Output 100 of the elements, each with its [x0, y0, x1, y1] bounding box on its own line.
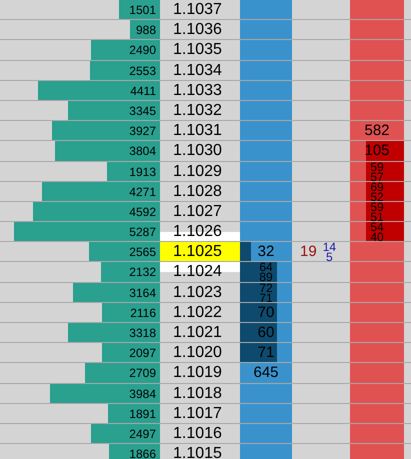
quantity-text: 60 — [258, 323, 274, 343]
bid-cell[interactable] — [240, 202, 292, 222]
quantity-text: 57 — [370, 172, 384, 182]
price-text: 1.1030 — [173, 142, 222, 160]
ask-cell[interactable] — [350, 60, 404, 80]
bid-cell[interactable]: 32 — [240, 242, 292, 262]
volume-bar: 2097 — [102, 343, 160, 362]
volume-bar: 1501 — [118, 0, 160, 20]
volume-bar: 5287 — [14, 222, 160, 242]
ask-cell[interactable]: 582 — [350, 121, 404, 140]
quantity-text: 14 — [322, 242, 336, 252]
bid-cell[interactable] — [240, 121, 292, 140]
price-text: 1.1021 — [173, 324, 222, 342]
quantity-text: 69 — [370, 182, 384, 192]
ask-cell[interactable] — [350, 343, 404, 362]
bid-cell[interactable]: 645 — [240, 363, 292, 383]
ask-cell[interactable] — [350, 323, 404, 342]
volume-bar: 2490 — [91, 40, 160, 60]
ask-cell[interactable] — [350, 363, 404, 383]
price-text: 1.1019 — [173, 364, 222, 382]
ask-cell[interactable] — [350, 384, 404, 403]
price-text: 1.1036 — [173, 21, 222, 40]
quantity-text: 89 — [259, 272, 273, 282]
ask-cell[interactable] — [350, 242, 404, 262]
bid-cell[interactable] — [240, 60, 292, 80]
bid-cell[interactable] — [240, 141, 292, 160]
volume-bar: 3984 — [50, 384, 160, 403]
quantity-text: 645 — [253, 363, 279, 384]
quantity-text: 51 — [370, 212, 384, 222]
volume-bar: 4271 — [42, 182, 160, 201]
price-text: 1.1027 — [173, 202, 222, 221]
bid-cell[interactable] — [240, 444, 292, 459]
volume-bar: 1866 — [108, 444, 160, 459]
price-text: 1.1017 — [173, 404, 222, 423]
quantity-text: 64 — [259, 262, 273, 272]
bid-cell[interactable] — [240, 20, 292, 40]
price-text: 1.1015 — [173, 445, 222, 459]
bid-cell[interactable] — [240, 404, 292, 423]
volume-bar: 1913 — [107, 162, 160, 181]
volume-bar: 3927 — [52, 121, 160, 140]
price-text: 1.1016 — [173, 424, 222, 443]
volume-bar: 4411 — [38, 80, 160, 100]
ask-cell[interactable] — [350, 302, 404, 322]
volume-bar: 3164 — [72, 282, 160, 302]
volume-bar: 988 — [130, 20, 160, 40]
bid-cell[interactable] — [240, 424, 292, 444]
ask-cell[interactable] — [350, 100, 404, 120]
volume-bar: 3804 — [55, 141, 160, 160]
ask-cell[interactable] — [350, 80, 404, 100]
bid-cell[interactable] — [240, 0, 292, 20]
quantity-text: 5 — [326, 252, 333, 262]
quantity-text: 72 — [259, 282, 273, 293]
price-text: 1.1035 — [173, 41, 222, 60]
ask-cell[interactable] — [350, 404, 404, 423]
price-text: 1.1022 — [173, 304, 222, 322]
price-text: 1.1028 — [173, 182, 222, 201]
price-text: 1.1032 — [173, 102, 222, 120]
bid-cell[interactable] — [240, 40, 292, 60]
price-cell[interactable]: 1.1025 — [160, 242, 240, 262]
bid-cell[interactable] — [240, 384, 292, 403]
ask-cell[interactable] — [350, 424, 404, 444]
price-text: 1.1033 — [173, 82, 222, 100]
price-text: 1.1031 — [173, 122, 222, 140]
volume-bar: 2709 — [85, 363, 160, 383]
ask-cell[interactable] — [350, 0, 404, 20]
volume-bar: 1891 — [108, 404, 160, 423]
volume-bar: 4592 — [33, 202, 160, 222]
quantity-text: 582 — [364, 121, 390, 142]
price-text: 1.1020 — [173, 344, 222, 362]
bid-cell[interactable] — [240, 182, 292, 201]
volume-bar: 2553 — [90, 60, 160, 80]
bid-cell[interactable] — [240, 80, 292, 100]
price-text: 1.1023 — [173, 284, 222, 302]
quantity-text: 40 — [370, 232, 384, 242]
quantity-text: 70 — [258, 302, 274, 323]
ask-cell[interactable] — [350, 444, 404, 459]
bid-cell[interactable] — [240, 162, 292, 181]
price-text: 1.1029 — [173, 162, 222, 180]
price-cell[interactable]: 1.1026 — [160, 222, 240, 242]
price-text: 1.1018 — [173, 384, 222, 403]
price-text: 1.1034 — [173, 62, 222, 80]
ask-cell[interactable] — [350, 20, 404, 40]
quantity-text: 19 — [300, 242, 317, 262]
ask-cell[interactable] — [350, 282, 404, 302]
price-text: 1.1026 — [173, 223, 222, 242]
volume-bar: 2565 — [89, 242, 160, 262]
quantity-text: 54 — [370, 222, 384, 232]
bid-cell[interactable] — [240, 222, 292, 242]
ask-cell[interactable] — [350, 262, 404, 282]
quantity-text: 71 — [258, 343, 274, 364]
quantity-text: 105 — [364, 141, 390, 162]
price-text: 1.1037 — [173, 1, 222, 19]
bid-cell[interactable] — [240, 100, 292, 120]
ask-cell[interactable] — [350, 40, 404, 60]
volume-bar: 2132 — [101, 262, 160, 282]
quantity-text: 52 — [370, 192, 384, 202]
volume-bar: 2497 — [91, 424, 160, 444]
price-text: 1.1024 — [173, 263, 222, 282]
quantity-text: 59 — [370, 202, 384, 212]
quantity-text: 59 — [370, 162, 384, 172]
